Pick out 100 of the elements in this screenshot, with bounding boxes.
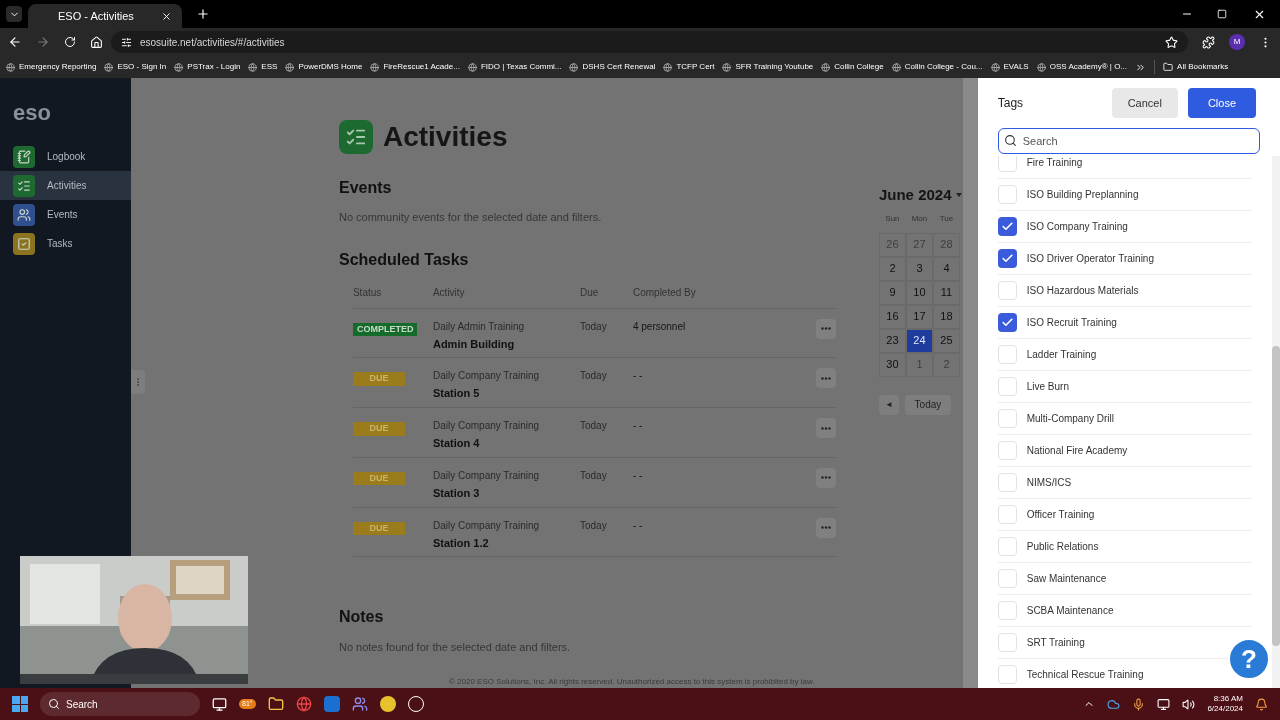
checkbox[interactable] — [997, 249, 1017, 268]
bookmark[interactable]: DSHS Cert Renewal — [569, 61, 656, 73]
home-icon[interactable] — [90, 35, 103, 49]
calendar-day[interactable]: 3 — [905, 256, 933, 281]
notification-icon[interactable] — [1255, 697, 1268, 711]
section-heading: Events — [338, 178, 393, 198]
today-button[interactable]: Today — [904, 394, 951, 415]
tab-title: ESO - Activities — [57, 8, 135, 24]
bookmark[interactable]: ESO - Sign In — [104, 61, 167, 73]
restore-icon[interactable] — [1217, 9, 1227, 19]
activity-name: Daily Company Training — [432, 518, 541, 533]
bookmark[interactable]: ESS — [248, 61, 278, 73]
tag-label: ISO Driver Operator Training — [1026, 252, 1154, 266]
file-explorer-icon[interactable] — [267, 696, 284, 712]
checkbox[interactable] — [997, 377, 1017, 396]
more-icon — [820, 376, 831, 380]
bookmark[interactable]: OSS Academy® | O... — [1036, 61, 1128, 73]
checkbox[interactable] — [997, 665, 1017, 684]
bookmark[interactable]: EVALS — [990, 61, 1029, 73]
calendar-day[interactable]: 30 — [878, 352, 906, 377]
back-icon[interactable] — [8, 35, 22, 49]
bookmark[interactable]: FireRescue1 Acade... — [370, 61, 460, 73]
tab-list-button[interactable] — [6, 6, 22, 22]
checkbox[interactable] — [997, 409, 1017, 428]
calendar-day[interactable]: 23 — [878, 328, 906, 353]
calendar-day[interactable]: 11 — [932, 280, 960, 305]
bookmark[interactable]: Collin College - Cou... — [891, 61, 983, 73]
tag-label: NIMS/ICS — [1026, 476, 1072, 490]
taskbar-search[interactable]: Search — [40, 692, 200, 716]
globe-icon — [1036, 62, 1046, 72]
bookmark[interactable]: PSTrax - Login — [174, 61, 241, 73]
calendar-day[interactable]: 25 — [932, 328, 960, 353]
checkbox[interactable] — [997, 441, 1017, 460]
empty-message: No community events for the selected date and filters. — [338, 210, 603, 225]
checkbox[interactable] — [997, 473, 1017, 492]
column-header: Status — [352, 285, 383, 300]
help-button[interactable]: ? — [1228, 638, 1270, 680]
checkbox[interactable] — [997, 505, 1017, 524]
address-bar[interactable]: esosuite.net/activities/#/activities — [111, 31, 1188, 53]
close-icon[interactable] — [161, 10, 172, 22]
url-text: esosuite.net/activities/#/activities — [140, 35, 286, 50]
tag-label: Fire Training — [1026, 156, 1083, 170]
status-badge: DUE — [352, 521, 405, 536]
browser-tab[interactable]: ESO - Activities — [28, 4, 182, 28]
checkbox[interactable] — [997, 217, 1017, 236]
checkbox[interactable] — [997, 185, 1017, 204]
all-bookmarks-button[interactable]: All Bookmarks — [1163, 61, 1229, 73]
more-button[interactable] — [815, 368, 836, 389]
new-tab-icon[interactable] — [196, 7, 210, 21]
round-app-icon[interactable] — [379, 696, 396, 712]
windows-start-icon[interactable] — [12, 696, 28, 712]
scrollbar[interactable] — [1272, 156, 1280, 688]
previous-button[interactable]: ◄ — [878, 394, 899, 415]
cancel-button[interactable]: Cancel — [1111, 88, 1178, 118]
more-button[interactable] — [815, 467, 836, 488]
activity-name: Daily Admin Training — [432, 319, 526, 334]
bookmark-star-icon[interactable] — [1165, 35, 1178, 49]
sidebar-item[interactable]: Activities — [0, 171, 131, 200]
extensions-icon[interactable] — [1202, 35, 1215, 49]
tag-label: Saw Maintenance — [1026, 572, 1107, 586]
checkbox[interactable] — [997, 569, 1017, 588]
bookmark[interactable]: SFR Training Youtube — [722, 61, 814, 73]
status-badge: DUE — [352, 422, 405, 436]
calendar-day[interactable]: 10 — [905, 280, 933, 305]
microphone-icon[interactable] — [1132, 697, 1146, 711]
calendar-day[interactable]: 17 — [905, 304, 933, 329]
reload-icon[interactable] — [64, 36, 76, 48]
checkbox[interactable] — [997, 156, 1017, 172]
site-info-icon[interactable] — [121, 36, 132, 48]
cloud-icon[interactable] — [1107, 697, 1121, 711]
calendar-day[interactable]: 9 — [878, 280, 906, 305]
checkbox[interactable] — [997, 281, 1017, 300]
profile-avatar[interactable]: M — [1229, 34, 1245, 50]
more-button[interactable] — [815, 318, 836, 339]
close-button[interactable]: Close — [1187, 88, 1256, 118]
search-icon — [48, 698, 60, 710]
volume-icon[interactable] — [1182, 697, 1196, 711]
more-button[interactable] — [815, 418, 836, 439]
calendar-day[interactable]: 16 — [878, 304, 906, 329]
checkbox[interactable] — [997, 345, 1017, 364]
calendar-day[interactable]: 2 — [878, 256, 906, 281]
checkbox[interactable] — [997, 601, 1017, 620]
panel-title: Tags — [997, 95, 1025, 112]
browser-icon[interactable] — [295, 696, 312, 712]
calendar-day[interactable]: 4 — [932, 256, 960, 281]
checkbox[interactable] — [997, 537, 1017, 556]
eso-logo: eso — [13, 102, 52, 124]
bookmark[interactable]: Collin College — [821, 61, 884, 73]
search-field[interactable]: Search — [997, 128, 1260, 154]
more-button[interactable] — [815, 517, 836, 538]
teams-icon[interactable] — [351, 696, 368, 712]
bookmark[interactable]: TCFP Cert — [663, 61, 715, 73]
checkbox[interactable] — [997, 633, 1017, 652]
calendar-day[interactable]: 18 — [932, 304, 960, 329]
bookmark[interactable]: Emergency Reporting — [6, 61, 97, 73]
task-view-icon[interactable] — [212, 696, 227, 712]
checkbox[interactable] — [997, 313, 1017, 332]
bookmark[interactable]: PowerDMS Home — [285, 61, 363, 73]
bookmark[interactable]: FIDO | Texas Commi... — [467, 61, 562, 73]
forward-icon[interactable] — [36, 35, 50, 49]
